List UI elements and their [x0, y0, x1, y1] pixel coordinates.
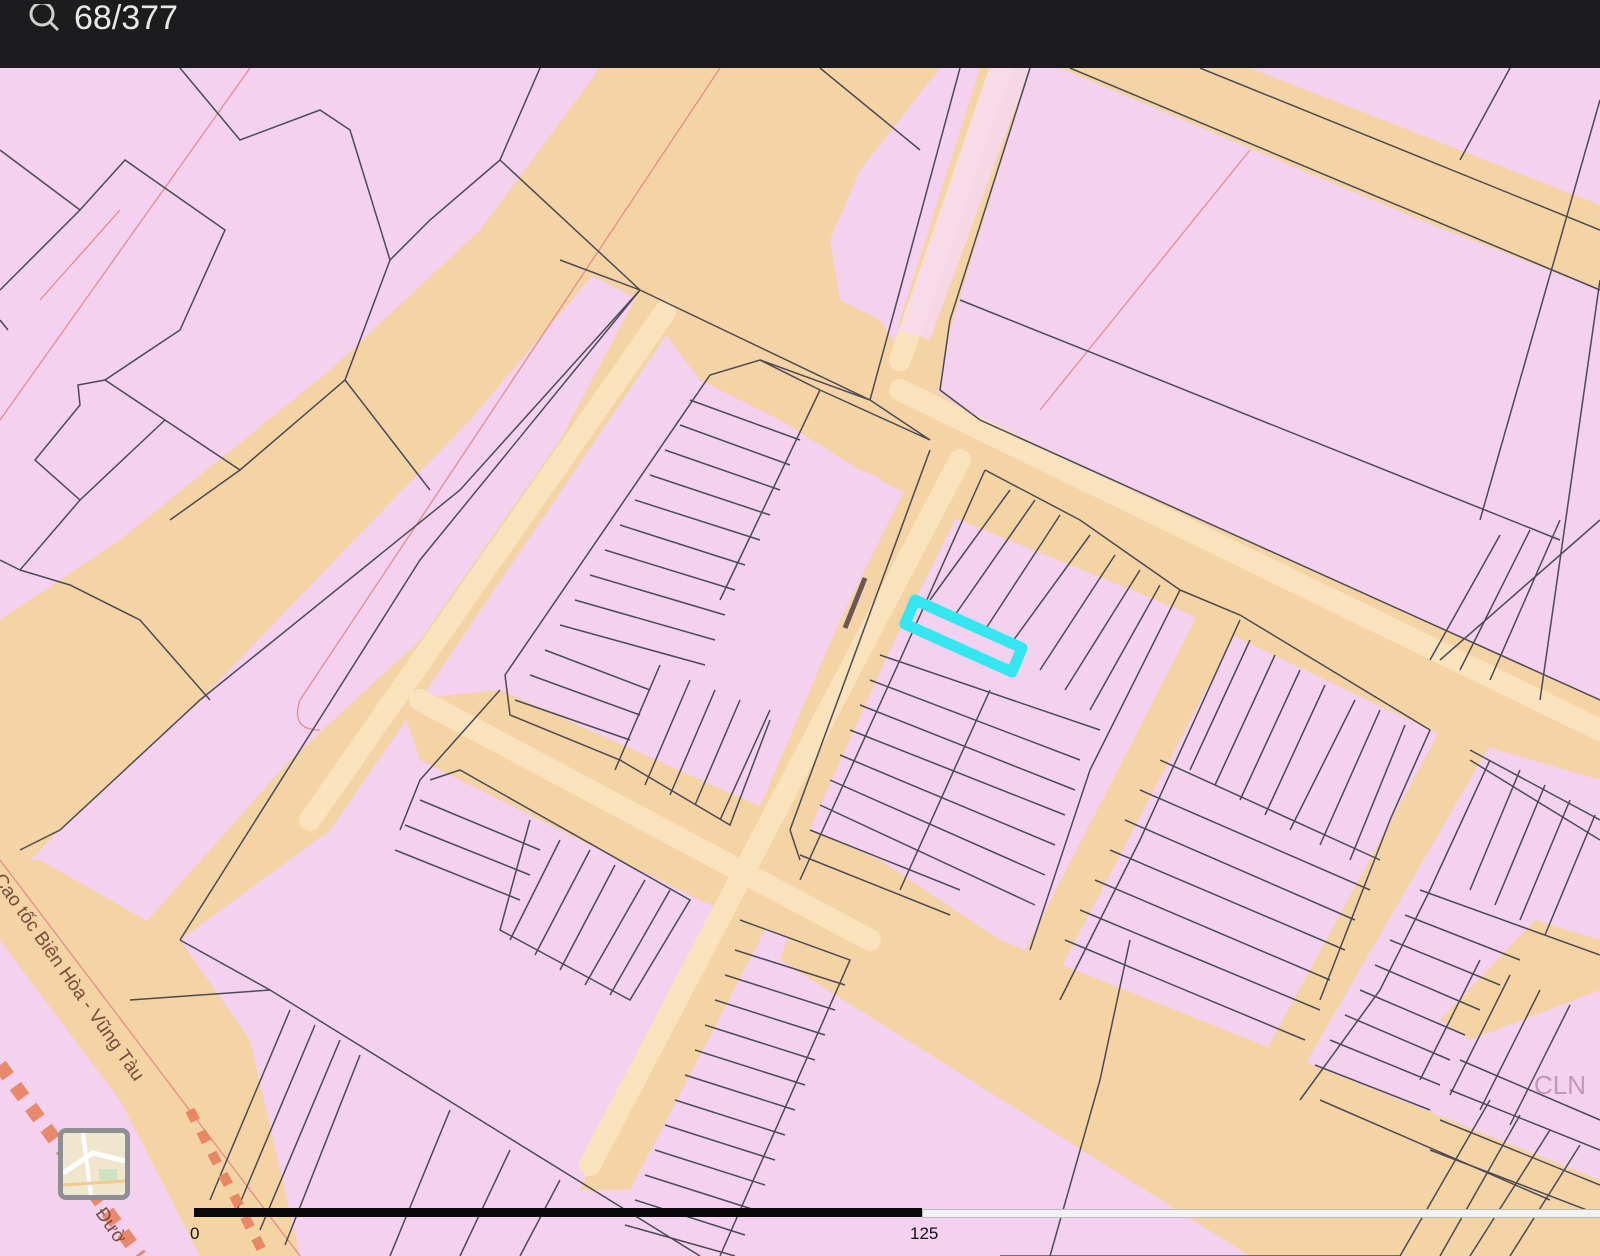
scale-label-start: 0: [190, 1224, 200, 1243]
basemap-toggle-button[interactable]: [58, 1128, 130, 1200]
scale-label-mid: 125: [910, 1224, 939, 1243]
search-input[interactable]: 68/377: [74, 0, 178, 38]
scale-bar: 0 125: [190, 1200, 1600, 1256]
scale-bar-segment-dark: [194, 1208, 922, 1217]
cadastral-map[interactable]: [0, 68, 1600, 1256]
basemap-thumbnail-icon: [63, 1133, 125, 1195]
zone-code-label: CLN: [1534, 1070, 1587, 1100]
search-bar[interactable]: 68/377: [0, 0, 1600, 48]
top-bar: 68/377: [0, 0, 1600, 68]
search-icon[interactable]: [22, 4, 66, 44]
scale-bar-segment-light: [922, 1209, 1600, 1218]
